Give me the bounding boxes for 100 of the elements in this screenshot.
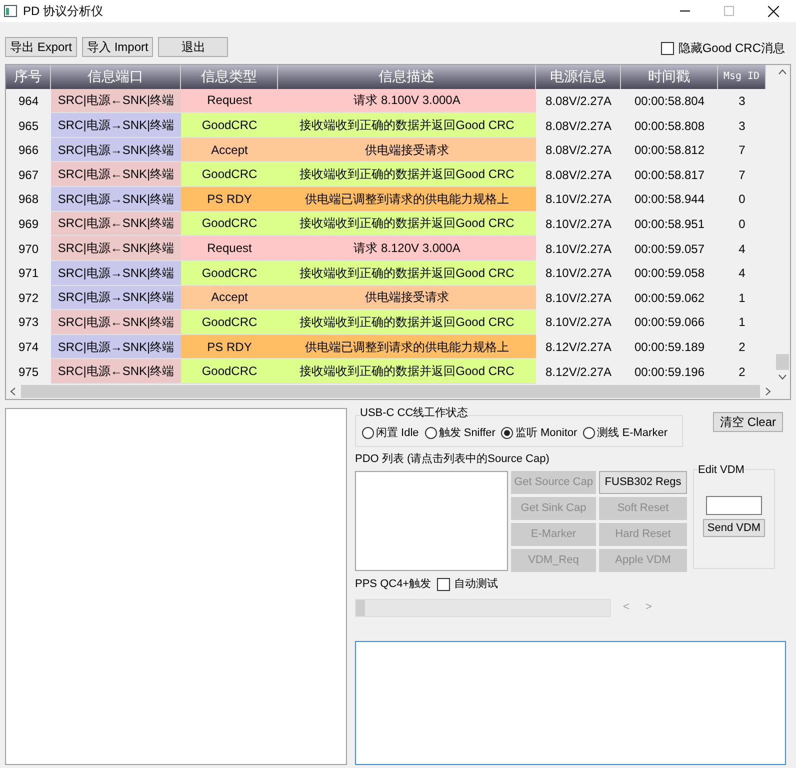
pps-slider[interactable] bbox=[355, 598, 611, 616]
table-cell-text: 964 bbox=[17, 92, 40, 110]
table-cell-text: 4 bbox=[738, 265, 746, 282]
radio-button[interactable] bbox=[424, 427, 437, 440]
vdm-input[interactable] bbox=[706, 496, 762, 515]
table-cell: SRC|电源←SNK|终端 bbox=[51, 212, 181, 236]
table-cell-text: 970 bbox=[17, 240, 40, 258]
scroll-right-icon[interactable] bbox=[763, 387, 772, 396]
table-cell-text: 974 bbox=[17, 339, 40, 356]
table-cell-text: 8.08V/2.27A bbox=[544, 142, 613, 160]
table-cell: Request bbox=[181, 236, 278, 261]
pdo-list[interactable] bbox=[355, 471, 508, 571]
previous-button[interactable]: < bbox=[619, 599, 634, 616]
send-vdm-button[interactable]: Send VDM bbox=[703, 519, 765, 537]
scroll-left-icon[interactable] bbox=[9, 387, 18, 396]
table-cell-text: 8.10V/2.27A bbox=[544, 314, 613, 332]
table-cell-text: 1 bbox=[738, 290, 746, 307]
toolbar-button[interactable]: 导出 Export bbox=[5, 37, 78, 57]
table-cell-text: 2 bbox=[738, 364, 746, 381]
table-cell: SRC|电源←SNK|终端 bbox=[51, 359, 181, 384]
table-cell-text: 8.12V/2.27A bbox=[544, 339, 613, 356]
table-cell: SRC|电源→SNK|终端 bbox=[51, 286, 181, 310]
table-cell-text: 2 bbox=[738, 339, 746, 356]
window-title: PD 协议分析仪 bbox=[23, 3, 104, 20]
radio-label: 监听 Monitor bbox=[515, 426, 578, 441]
radio-button[interactable] bbox=[501, 427, 514, 440]
clear-button[interactable]: 清空 Clear bbox=[712, 412, 783, 432]
pdo-list-label: PDO 列表 (请点击列表中的Source Cap) bbox=[355, 452, 550, 466]
column-header[interactable]: 信息端口 bbox=[51, 65, 181, 89]
table-cell-text: 00:00:59.196 bbox=[633, 364, 706, 381]
table-cell-text: 965 bbox=[17, 118, 40, 135]
table-cell: 供电端已调整到请求的供电能力规格上 bbox=[278, 187, 536, 212]
column-header[interactable]: 时间戳 bbox=[621, 65, 718, 89]
column-header[interactable]: 电源信息 bbox=[536, 65, 621, 89]
table-cell-text: 3 bbox=[738, 92, 746, 110]
table-cell-text: 1 bbox=[738, 314, 746, 332]
table-cell-text: 00:00:58.944 bbox=[633, 191, 706, 208]
pps-label: PPS QC4+触发 bbox=[355, 577, 432, 592]
checkbox[interactable] bbox=[661, 42, 674, 54]
table-cell-text: 7 bbox=[738, 166, 746, 184]
table-cell: 接收端收到正确的数据并返回Good CRC bbox=[278, 212, 536, 236]
table-cell-text: 00:00:58.812 bbox=[633, 142, 706, 160]
table-cell: 供电端接受请求 bbox=[278, 286, 536, 310]
table-cell: 接收端收到正确的数据并返回Good CRC bbox=[278, 162, 536, 188]
column-header[interactable]: 信息类型 bbox=[181, 65, 278, 89]
checkbox-label: 自动测试 bbox=[454, 577, 498, 592]
table-cell: 接收端收到正确的数据并返回Good CRC bbox=[278, 359, 536, 384]
table-cell-text: 8.10V/2.27A bbox=[544, 290, 613, 307]
table-cell: GoodCRC bbox=[181, 212, 278, 236]
table-cell-text: 971 bbox=[17, 265, 40, 282]
table-cell: 接收端收到正确的数据并返回Good CRC bbox=[278, 260, 536, 286]
table-cell-text: 8.10V/2.27A bbox=[544, 216, 613, 233]
table-cell: SRC|电源→SNK|终端 bbox=[51, 187, 181, 212]
command-button[interactable]: FUSB302 Regs bbox=[599, 471, 687, 494]
table-cell-text: 00:00:58.951 bbox=[633, 216, 706, 233]
table-cell-text: 00:00:59.062 bbox=[633, 290, 706, 307]
table-cell: SRC|电源→SNK|终端 bbox=[51, 138, 181, 162]
table-cell-text: 975 bbox=[17, 364, 40, 381]
table-cell: 接收端收到正确的数据并返回Good CRC bbox=[278, 310, 536, 335]
column-header[interactable]: 序号 bbox=[6, 65, 51, 89]
column-header[interactable]: Msg ID bbox=[718, 65, 766, 89]
toolbar-button[interactable]: 导入 Import bbox=[82, 37, 154, 57]
table-cell: 请求 8.100V 3.000A bbox=[278, 88, 536, 114]
radio-label: 触发 Sniffer bbox=[438, 426, 496, 441]
table-cell-text: 00:00:59.058 bbox=[633, 265, 706, 282]
next-button[interactable]: > bbox=[641, 599, 656, 616]
table-cell: SRC|电源→SNK|终端 bbox=[51, 260, 181, 286]
table-cell: SRC|电源←SNK|终端 bbox=[51, 88, 181, 114]
table-cell: GoodCRC bbox=[181, 310, 278, 335]
table-cell: 供电端已调整到请求的供电能力规格上 bbox=[278, 334, 536, 360]
radio-button[interactable] bbox=[583, 427, 596, 440]
table-cell-text: 0 bbox=[738, 191, 746, 208]
group-title: USB-C CC线工作状态 bbox=[360, 408, 468, 419]
table-cell-text: 00:00:58.808 bbox=[633, 118, 706, 135]
slider-thumb[interactable] bbox=[356, 600, 365, 616]
table-cell: GoodCRC bbox=[181, 113, 278, 138]
table-cell: 请求 8.120V 3.000A bbox=[278, 236, 536, 261]
table-cell: SRC|电源←SNK|终端 bbox=[51, 236, 181, 261]
toolbar-button[interactable]: 退出 bbox=[158, 37, 228, 57]
table-cell: Accept bbox=[181, 286, 278, 310]
table-cell-text: 8.10V/2.27A bbox=[544, 240, 613, 258]
output-text-area[interactable] bbox=[355, 640, 786, 765]
table-cell-text: 00:00:59.189 bbox=[633, 339, 706, 356]
table-cell: GoodCRC bbox=[181, 260, 278, 286]
table-cell-text: 3 bbox=[738, 118, 746, 135]
table-cell-text: 8.12V/2.27A bbox=[544, 364, 613, 381]
table-cell-text: 00:00:58.804 bbox=[633, 92, 706, 110]
radio-button[interactable] bbox=[362, 427, 374, 440]
table-cell: PS RDY bbox=[181, 334, 278, 360]
scrollbar-thumb[interactable] bbox=[21, 385, 760, 398]
checkbox[interactable] bbox=[437, 578, 450, 591]
column-header[interactable]: 信息描述 bbox=[278, 65, 536, 89]
table-cell: SRC|电源→SNK|终端 bbox=[51, 334, 181, 360]
table-cell-text: 972 bbox=[17, 290, 40, 307]
close-icon[interactable] bbox=[768, 6, 779, 16]
table-cell-text: 966 bbox=[17, 142, 40, 160]
table-cell: GoodCRC bbox=[181, 162, 278, 188]
table-cell-text: 8.10V/2.27A bbox=[544, 191, 613, 208]
table-cell: PS RDY bbox=[181, 187, 278, 212]
scrollbar-thumb[interactable] bbox=[776, 354, 789, 370]
